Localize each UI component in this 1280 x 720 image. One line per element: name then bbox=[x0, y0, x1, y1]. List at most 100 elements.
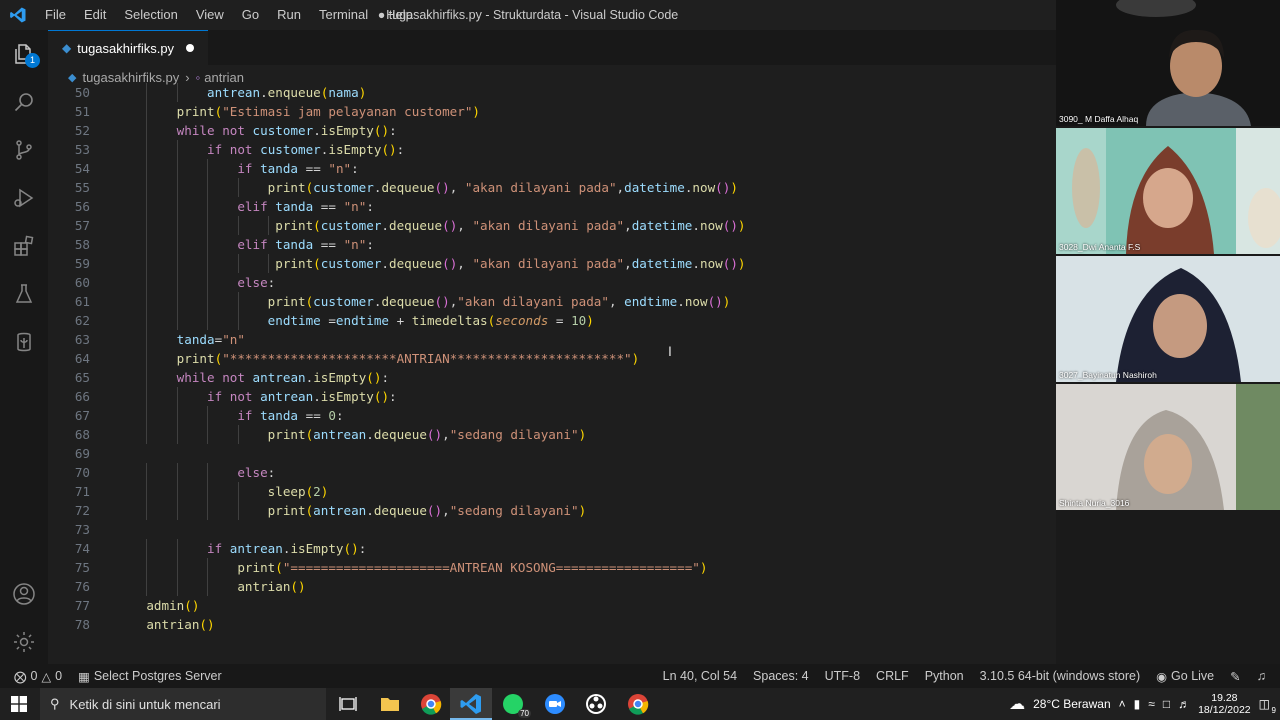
taskbar-search[interactable]: ⚲ Ketik di sini untuk mencari bbox=[40, 688, 326, 720]
menu-item-view[interactable]: View bbox=[187, 0, 233, 30]
code-line[interactable]: 68 print(antrean.dequeue(),"sedang dilay… bbox=[48, 425, 1056, 444]
code-line[interactable]: 69 bbox=[48, 444, 1056, 463]
participant-tile[interactable]: Shinta Nuria_3016 bbox=[1056, 384, 1280, 510]
unsaved-dot-icon[interactable] bbox=[186, 44, 195, 52]
vscode-icon bbox=[459, 692, 483, 716]
indent-guide bbox=[176, 140, 178, 159]
zoom-icon[interactable] bbox=[543, 692, 567, 716]
code-text: print(antrean.dequeue(),"sedang dilayani… bbox=[267, 427, 587, 442]
obs-icon[interactable] bbox=[584, 692, 608, 716]
code-line[interactable]: 60 else: bbox=[48, 273, 1056, 292]
end-of-line[interactable]: CRLF bbox=[868, 669, 917, 683]
network-icon[interactable]: ≈ bbox=[1148, 697, 1155, 711]
code-line[interactable]: 75 print("=====================ANTREAN K… bbox=[48, 558, 1056, 577]
code-text: tanda="n" bbox=[176, 332, 245, 347]
chrome-icon[interactable] bbox=[419, 692, 443, 716]
code-line[interactable]: 64 print("**********************ANTRIAN*… bbox=[48, 349, 1056, 368]
file-explorer-icon[interactable] bbox=[378, 692, 402, 716]
settings-gear-icon[interactable] bbox=[0, 618, 48, 666]
code-line[interactable]: 50 antrean.enqueue(nama) bbox=[48, 83, 1056, 102]
code-line[interactable]: 66 if not antrean.isEmpty(): bbox=[48, 387, 1056, 406]
code-line[interactable]: 52 while not customer.isEmpty(): bbox=[48, 121, 1056, 140]
search-icon[interactable] bbox=[0, 78, 48, 126]
whatsapp-icon[interactable]: 70 bbox=[501, 692, 531, 718]
indent-guide bbox=[146, 216, 148, 235]
indent-guide bbox=[237, 216, 239, 235]
clock[interactable]: 19.28 18/12/2022 bbox=[1198, 692, 1251, 716]
code-line[interactable]: 72 print(antrean.dequeue(),"sedang dilay… bbox=[48, 501, 1056, 520]
battery-icon[interactable]: ▮ bbox=[1134, 697, 1141, 711]
accounts-icon[interactable]: ✎ bbox=[1222, 669, 1248, 684]
activity-bar: 1 bbox=[0, 30, 48, 664]
code-line[interactable]: 59 print(customer.dequeue(), "akan dilay… bbox=[48, 254, 1056, 273]
testing-icon[interactable] bbox=[0, 270, 48, 318]
indentation[interactable]: Spaces: 4 bbox=[745, 669, 817, 683]
code-text: if not antrean.isEmpty(): bbox=[207, 389, 397, 404]
indent-guide bbox=[146, 577, 148, 596]
code-line[interactable]: 51 print("Estimasi jam pelayanan custome… bbox=[48, 102, 1056, 121]
code-line[interactable]: 54 if tanda == "n": bbox=[48, 159, 1056, 178]
code-line[interactable]: 58 elif tanda == "n": bbox=[48, 235, 1056, 254]
postgres-server-button[interactable]: ▦ Select Postgres Server bbox=[70, 669, 230, 684]
participant-tile[interactable]: 3028_Dwi Ananta F.S bbox=[1056, 128, 1280, 254]
bell-icon[interactable]: ♫ bbox=[1249, 669, 1280, 683]
weather-label[interactable]: 28°C Berawan bbox=[1033, 697, 1111, 711]
code-line[interactable]: 77 admin() bbox=[48, 596, 1056, 615]
go-live-button[interactable]: ◉ Go Live bbox=[1148, 669, 1222, 684]
database-icon[interactable] bbox=[0, 318, 48, 366]
python-interpreter[interactable]: 3.10.5 64-bit (windows store) bbox=[972, 669, 1149, 683]
code-line[interactable]: 65 while not antrean.isEmpty(): bbox=[48, 368, 1056, 387]
indent-guide bbox=[146, 83, 148, 102]
menu-item-selection[interactable]: Selection bbox=[115, 0, 186, 30]
extensions-icon[interactable] bbox=[0, 222, 48, 270]
cursor-position[interactable]: Ln 40, Col 54 bbox=[655, 669, 745, 683]
indent-guide bbox=[176, 273, 178, 292]
code-area[interactable]: 50 antrean.enqueue(nama) 51 print("Estima… bbox=[48, 83, 1056, 664]
explorer-icon[interactable]: 1 bbox=[0, 30, 48, 78]
code-line[interactable]: 73 bbox=[48, 520, 1056, 539]
volume-icon[interactable]: ♬ bbox=[1178, 697, 1190, 711]
menu-item-terminal[interactable]: Terminal bbox=[310, 0, 377, 30]
code-line[interactable]: 57 print(customer.dequeue(), "akan dilay… bbox=[48, 216, 1056, 235]
participant-tile[interactable]: 3027_Bayinatun Nashiroh bbox=[1056, 256, 1280, 382]
code-line[interactable]: 63 tanda="n" bbox=[48, 330, 1056, 349]
python-file-icon: ◆ bbox=[68, 71, 77, 84]
code-line[interactable]: 53 if not customer.isEmpty(): bbox=[48, 140, 1056, 159]
code-line[interactable]: 74 if antrean.isEmpty(): bbox=[48, 539, 1056, 558]
editor-tab[interactable]: ◆ tugasakhirfiks.py bbox=[48, 30, 208, 65]
indent-guide bbox=[146, 311, 148, 330]
problems-indicator[interactable]: ⨂ 0 △ 0 bbox=[0, 669, 70, 684]
menu-item-go[interactable]: Go bbox=[233, 0, 268, 30]
chrome-profile-icon[interactable] bbox=[626, 692, 650, 716]
code-line[interactable]: 56 elif tanda == "n": bbox=[48, 197, 1056, 216]
chevron-up-icon[interactable]: ˄ bbox=[1119, 697, 1126, 711]
run-debug-icon[interactable] bbox=[0, 174, 48, 222]
code-line[interactable]: 70 else: bbox=[48, 463, 1056, 482]
indent-guide bbox=[146, 463, 148, 482]
windows-start-icon[interactable] bbox=[11, 696, 27, 715]
indent-guide bbox=[207, 577, 209, 596]
code-line[interactable]: 78 antrian() bbox=[48, 615, 1056, 634]
task-view-icon[interactable] bbox=[336, 692, 360, 716]
code-line[interactable]: 71 sleep(2) bbox=[48, 482, 1056, 501]
encoding[interactable]: UTF-8 bbox=[817, 669, 868, 683]
menu-item-run[interactable]: Run bbox=[268, 0, 310, 30]
indent-guide bbox=[207, 463, 209, 482]
code-line[interactable]: 76 antrian() bbox=[48, 577, 1056, 596]
menu-item-file[interactable]: File bbox=[36, 0, 75, 30]
notification-icon[interactable]: ◫ 9 bbox=[1259, 697, 1276, 715]
source-control-icon[interactable] bbox=[0, 126, 48, 174]
participant-tile[interactable]: 3090_ M Daffa Alhaq bbox=[1056, 0, 1280, 126]
display-icon[interactable]: □ bbox=[1163, 697, 1170, 711]
account-icon[interactable] bbox=[0, 570, 48, 618]
code-line[interactable]: 61 print(customer.dequeue(),"akan dilaya… bbox=[48, 292, 1056, 311]
explorer-badge: 1 bbox=[25, 53, 40, 68]
menu-item-help[interactable]: Help bbox=[377, 0, 422, 30]
code-line[interactable]: 62 endtime =endtime + timedeltas(seconds… bbox=[48, 311, 1056, 330]
line-number: 57 bbox=[74, 218, 90, 233]
menu-item-edit[interactable]: Edit bbox=[75, 0, 115, 30]
weather-icon[interactable]: ☁ bbox=[1009, 694, 1025, 714]
language-mode[interactable]: Python bbox=[917, 669, 972, 683]
code-line[interactable]: 55 print(customer.dequeue(), "akan dilay… bbox=[48, 178, 1056, 197]
code-line[interactable]: 67 if tanda == 0: bbox=[48, 406, 1056, 425]
